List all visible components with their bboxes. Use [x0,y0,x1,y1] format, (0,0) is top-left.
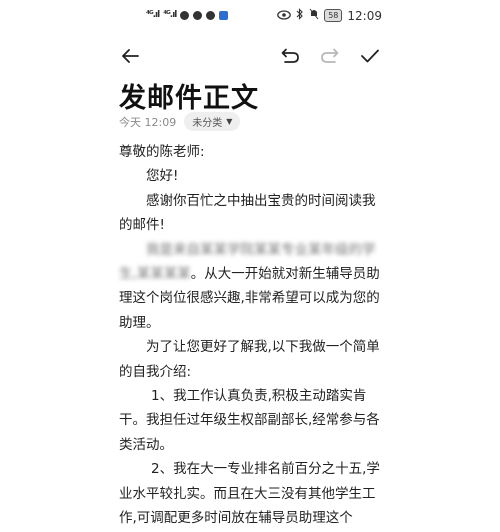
status-bar: ⁴ᴳ.ıl ⁴ᴳ.ıl 58 12:09 [0,0,500,36]
bluetooth-icon [296,8,304,23]
undo-icon[interactable] [276,42,304,70]
note-title[interactable]: 发邮件正文 [119,76,259,115]
note-timestamp: 今天 12:09 [119,115,177,129]
redacted-text: 某某 [163,266,191,283]
hello-line: 您好! [146,168,179,185]
clock: 12:09 [347,8,382,23]
message-icon [193,10,203,20]
point-1: 1、我工作认真负责,积极主动踏实肯干。我担任过年级生权部副部长,经常参与各类活动… [119,388,380,453]
back-arrow-icon[interactable] [116,42,144,70]
category-dropdown[interactable]: 未分类 ▼ [184,112,241,131]
redo-icon[interactable] [316,42,344,70]
notification-icon [180,10,190,20]
category-label: 未分类 [192,118,223,129]
signal-icon: ⁴ᴳ.ıl [163,10,177,20]
note-body[interactable]: 尊敬的陈老师: 您好! 感谢你百忙之中抽出宝贵的时间阅读我的邮件! 我是来自某某… [119,140,381,531]
mute-icon [309,8,319,23]
chevron-down-icon: ▼ [226,117,233,126]
battery-icon: 58 [324,9,343,22]
self-intro-lead: 为了让您更好了解我,以下我做一个简单的自我介绍: [119,339,380,380]
check-icon[interactable] [356,42,384,70]
eye-icon [277,9,292,23]
status-left-icons: ⁴ᴳ.ıl ⁴ᴳ.ıl [146,10,229,20]
note-meta: 今天 12:09 未分类 ▼ [119,112,241,131]
point-2: 2、我在大一专业排名前百分之十五,学业水平较扎实。而且在大三没有其他学生工作,可… [119,461,380,527]
chat-icon [206,10,216,20]
thanks-paragraph: 感谢你百忙之中抽出宝贵的时间阅读我的邮件! [119,192,376,234]
intro-paragraph: 我是来自某某学院某某专业某年级的学生,某某某某。从大一开始就对新生辅导员助理这个… [119,238,381,336]
greeting-line: 尊敬的陈老师: [119,144,205,160]
status-right-icons: 58 12:09 [277,8,382,23]
app-icon [219,10,229,20]
signal-icon: ⁴ᴳ.ıl [146,10,160,20]
editor-toolbar [0,36,500,76]
